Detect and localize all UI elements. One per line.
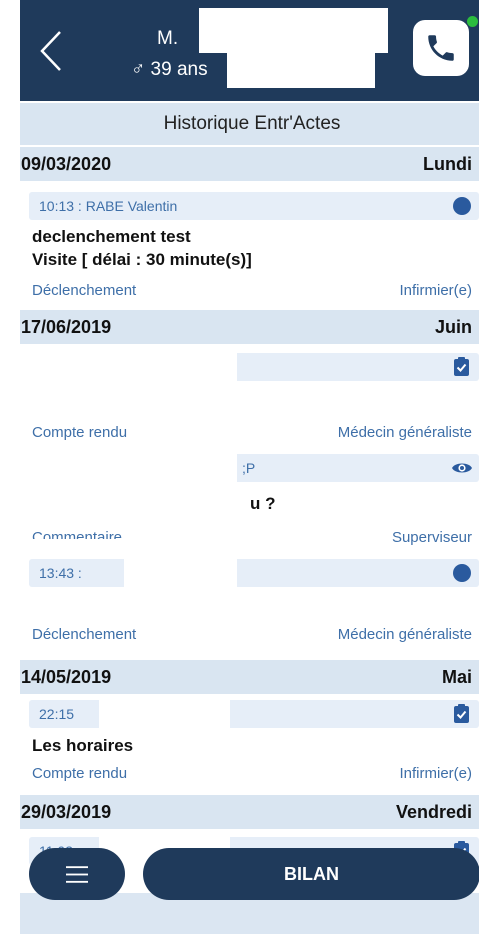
act-type: Déclenchement [32,626,137,643]
act-description: u ? [250,494,276,513]
act-card[interactable]: 13:43 : Déclenchement Médecin généralist… [20,552,479,658]
date-header: 14/05/2019 Mai [20,660,479,694]
page-title: Historique Entr'Actes [20,103,479,145]
weekday-label: Mai [441,667,472,687]
card-header: ;P [29,454,479,482]
date-label: 09/03/2020 [21,154,112,174]
act-type: Compte rendu [32,765,128,782]
act-detail: Visite [ délai : 30 minute(s)] [32,250,252,269]
bilan-button[interactable]: BILAN [143,848,479,900]
act-role: Médecin généraliste [337,626,472,643]
time-author: ;P [242,460,256,476]
redacted-block [227,53,375,88]
redacted-block [199,8,388,53]
redacted-block [29,454,237,482]
act-role: Infirmier(e) [399,765,472,782]
redacted-block [29,353,237,381]
date-header: 29/03/2019 Vendredi [20,795,479,829]
date-header: 09/03/2020 Lundi [20,147,479,181]
card-header: 22:15 [29,700,479,728]
menu-button[interactable] [29,848,125,900]
time-author: 10:13 : RABE Valentin [39,198,178,214]
act-role: Infirmier(e) [399,282,472,299]
weekday-label: Juin [434,317,472,337]
act-type: Déclenchement [32,282,137,299]
redacted-block [99,700,230,728]
card-header: 10:13 : RABE Valentin [29,192,479,220]
back-icon[interactable] [36,28,66,74]
date-label: 29/03/2019 [21,802,112,822]
act-card[interactable]: 10:13 : RABE Valentin declenchement test… [20,183,479,306]
hamburger-icon [66,866,88,883]
date-label: 17/06/2019 [21,317,112,337]
weekday-label: Lundi [423,154,472,174]
app-frame: M. ♂ 39 ans Historique Entr'Actes 09/03/… [20,0,479,934]
card-header [29,353,479,381]
card-header: 13:43 : [29,559,479,587]
time-author: 13:43 : [39,565,82,581]
date-label: 14/05/2019 [21,667,112,687]
patient-name: M. [157,28,179,49]
act-card[interactable]: 22:15 Les horaires Compte rendu Infirmie… [20,696,479,792]
date-header: 17/06/2019 Juin [20,310,479,344]
time-author: 22:15 [39,706,75,722]
act-card[interactable]: ;P u ? Commentaire Superviseur [20,446,479,552]
act-card[interactable]: Compte rendu Médecin généraliste [20,346,479,446]
patient-header: M. ♂ 39 ans [20,0,479,101]
act-type: Commentaire [32,529,123,539]
act-role: Superviseur [391,529,472,546]
call-button[interactable] [413,20,469,76]
clipboard-check-icon [454,704,469,723]
act-description: Les horaires [32,736,134,755]
weekday-label: Vendredi [395,802,472,822]
clipboard-check-icon [454,357,469,376]
status-dot-icon [453,564,471,582]
redacted-block [124,559,237,587]
status-dot-icon [453,197,471,215]
act-role: Médecin généraliste [337,424,472,441]
act-type: Compte rendu [32,424,128,441]
patient-age: ♂ 39 ans [131,59,208,80]
eye-icon [452,463,472,473]
online-status-dot [467,16,478,27]
phone-icon [428,35,454,61]
act-description: declenchement test [32,227,191,246]
